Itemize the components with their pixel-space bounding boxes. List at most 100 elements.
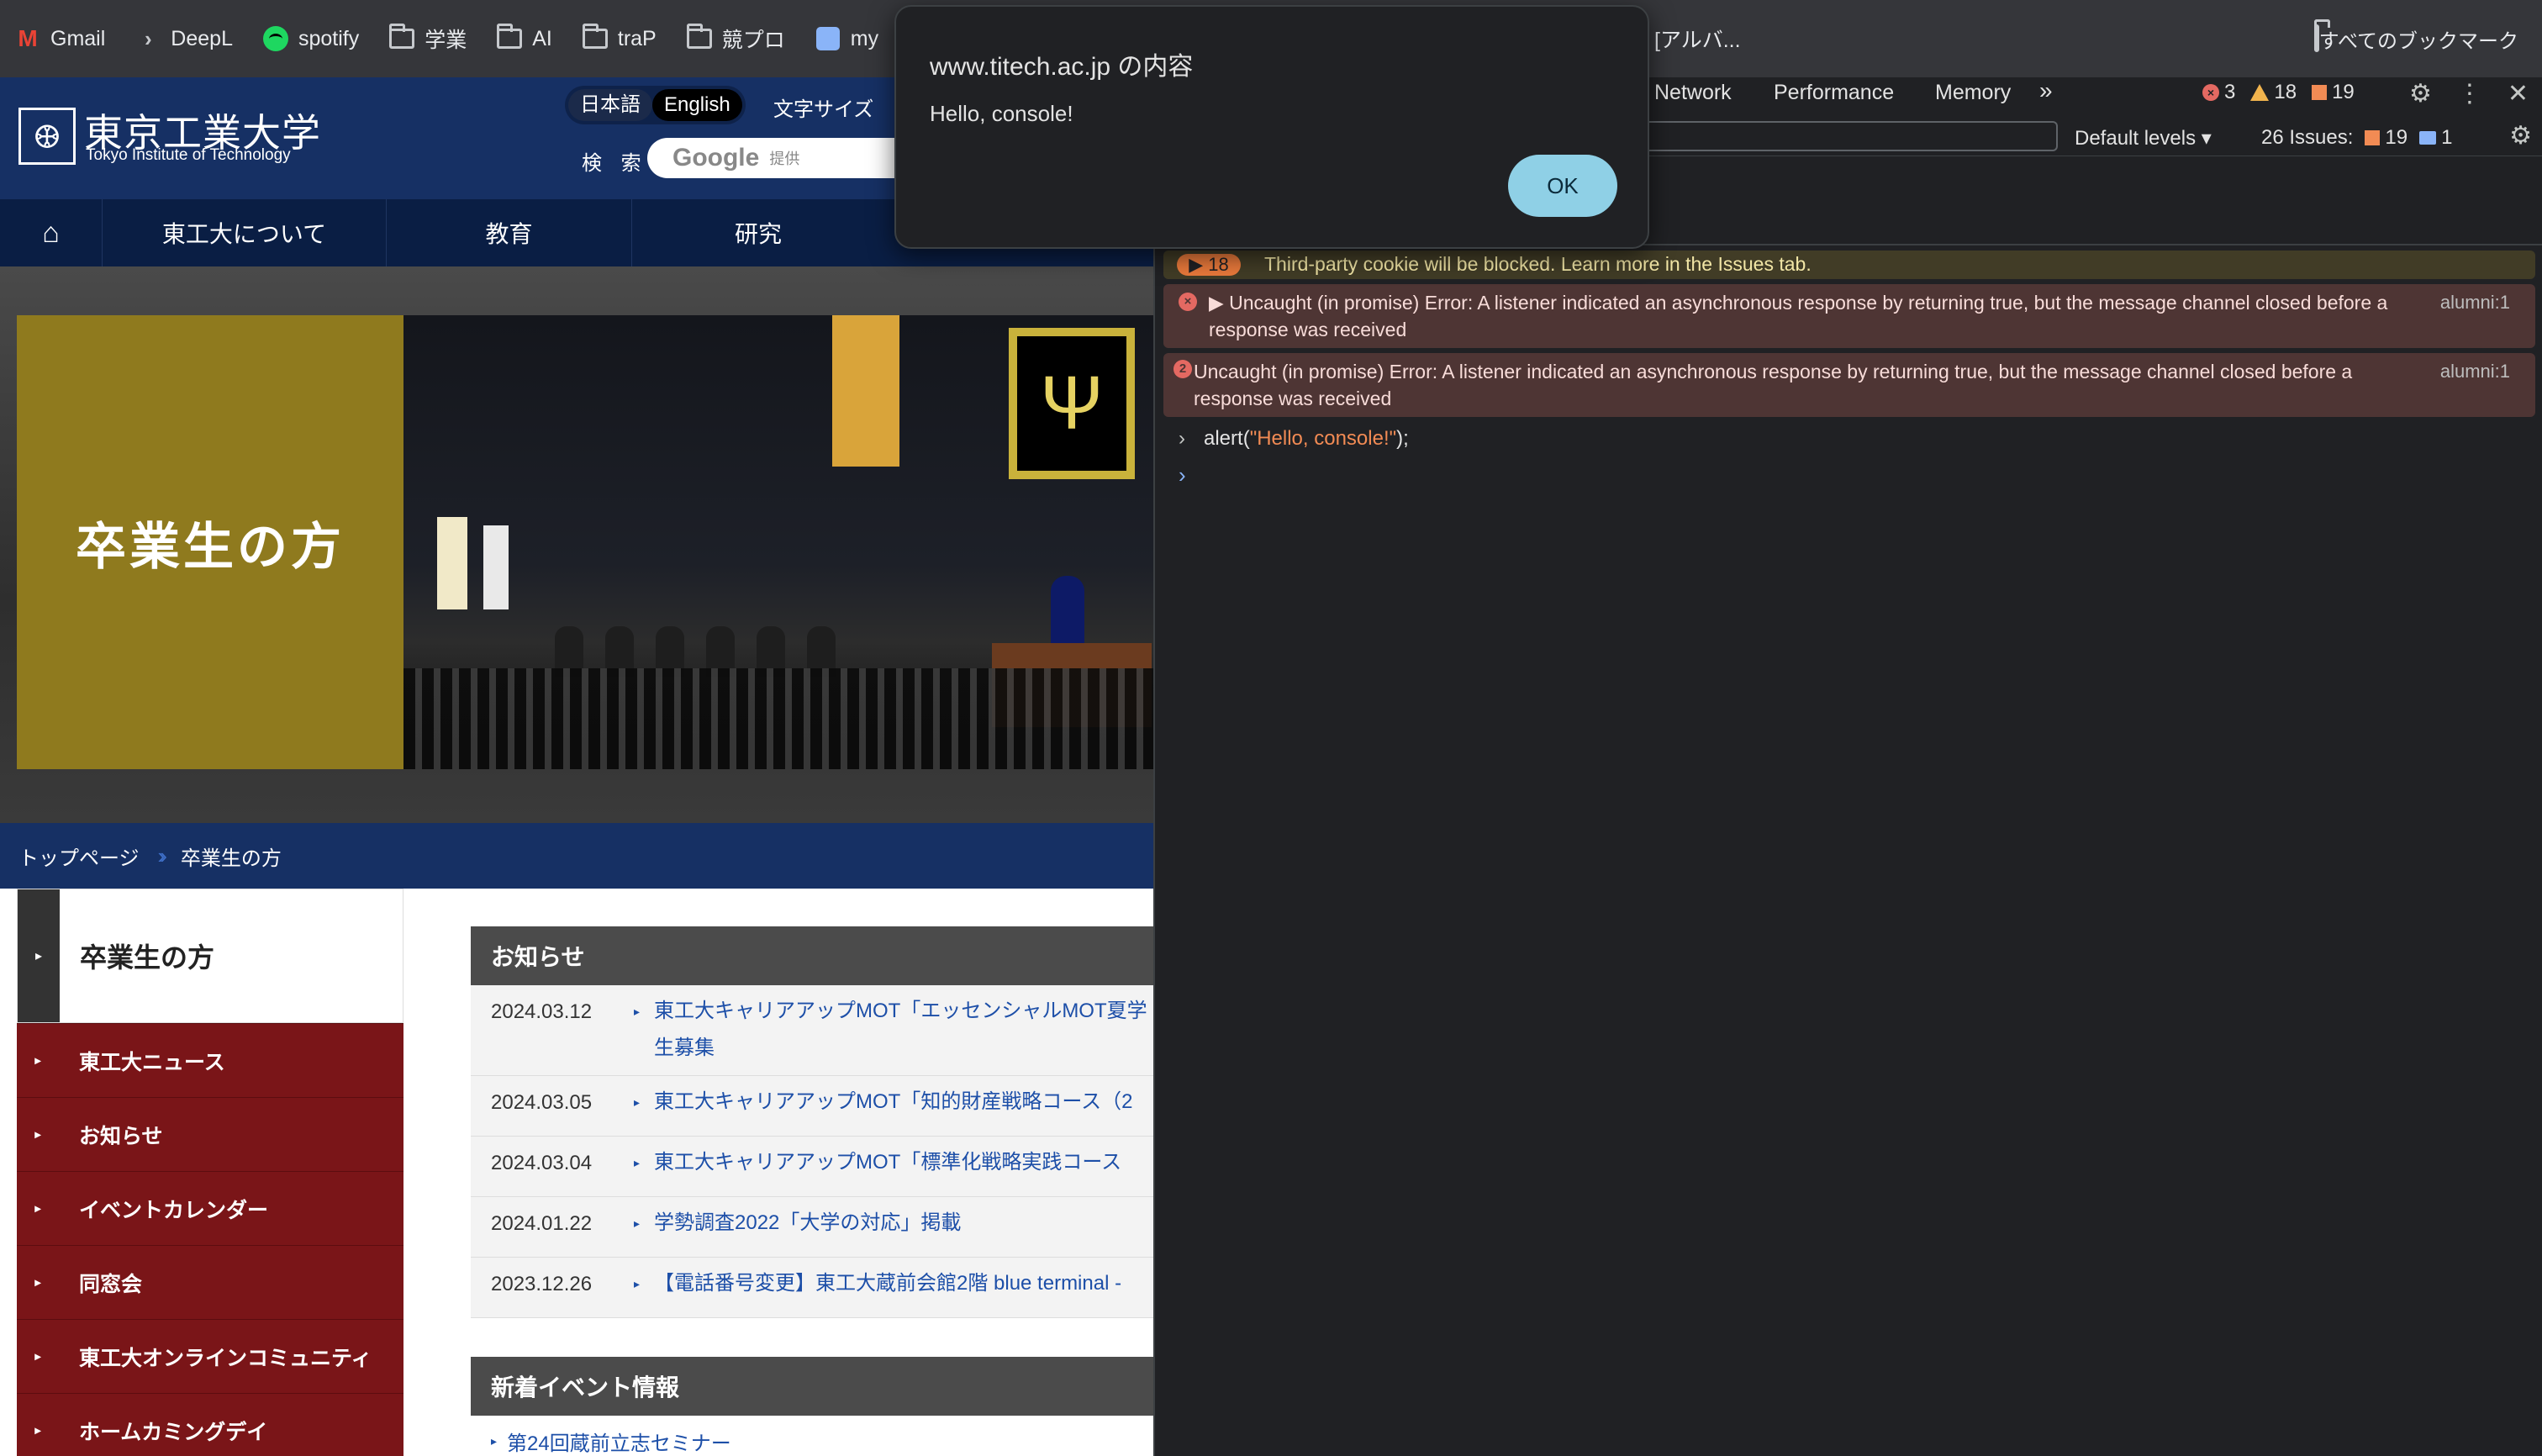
bookmark-label: traP bbox=[617, 26, 657, 50]
side-item-notices[interactable]: ▸ お知らせ bbox=[17, 1097, 403, 1171]
flag bbox=[483, 525, 509, 609]
side-item-label: 東工大オンラインコミュニティ bbox=[79, 1346, 372, 1370]
google-logo: Google bbox=[672, 144, 760, 171]
news-link[interactable]: 東工大キャリアアップMOT「エッセンシャルMOT夏学 生募集 bbox=[654, 993, 1147, 1060]
console-prompt-icon[interactable]: › bbox=[1179, 462, 2542, 488]
more-options-icon[interactable]: ⋮ bbox=[2457, 79, 2482, 108]
issues-message-count: 1 bbox=[2441, 126, 2453, 149]
nav-research[interactable]: 研究 bbox=[632, 199, 884, 266]
search-provider-label: 提供 bbox=[769, 150, 800, 167]
nav-about[interactable]: 東工大について bbox=[103, 199, 387, 266]
side-menu-header[interactable]: ▸ 卒業生の方 bbox=[17, 889, 403, 1023]
event-link[interactable]: ▸ 第24回蔵前立志セミナー bbox=[471, 1416, 1153, 1456]
titech-logo-icon[interactable]: 𐃏 bbox=[18, 108, 76, 165]
bookmark-folder-kyopro[interactable]: 競プロ bbox=[686, 13, 785, 64]
side-item-event-calendar[interactable]: ▸ イベントカレンダー bbox=[17, 1171, 403, 1245]
bookmark-folder-trap[interactable]: traP bbox=[582, 13, 657, 64]
folder-icon bbox=[389, 24, 415, 49]
tab-memory[interactable]: Memory bbox=[1935, 81, 2011, 105]
news-row: 2024.03.12 ▸ 東工大キャリアアップMOT「エッセンシャルMOT夏学生… bbox=[471, 985, 1153, 1076]
bookmark-spotify[interactable]: spotify bbox=[262, 13, 359, 64]
log-levels-dropdown[interactable]: Default levels ▾ bbox=[2075, 126, 2212, 150]
warnings-count: 18 bbox=[2274, 81, 2297, 103]
breadcrumb-separator-icon: ›› bbox=[157, 842, 168, 868]
bookmark-gmail[interactable]: M Gmail bbox=[15, 13, 105, 64]
bookmark-trello[interactable]: my bbox=[815, 13, 878, 64]
news-heading: お知らせ bbox=[471, 926, 1153, 985]
bookmark-deepl[interactable]: › DeepL bbox=[135, 13, 233, 64]
lang-english[interactable]: English bbox=[652, 89, 742, 121]
bookmark-label: [アルバ... bbox=[1654, 29, 1741, 52]
lang-japanese[interactable]: 日本語 bbox=[568, 89, 652, 121]
issues-flag-count: 19 bbox=[2385, 126, 2408, 149]
chevron-right-icon: ▸ bbox=[34, 1053, 41, 1067]
ok-button[interactable]: OK bbox=[1508, 155, 1617, 217]
tab-performance[interactable]: Performance bbox=[1774, 81, 1894, 105]
console-error[interactable]: 2 Uncaught (in promise) Error: A listene… bbox=[1163, 353, 2535, 417]
side-item-homecoming-day[interactable]: ▸ ホームカミングデイ bbox=[17, 1393, 403, 1456]
side-item-label: 東工大ニュース bbox=[79, 1050, 225, 1074]
console-warning-group[interactable]: ▶ 18 Third-party cookie will be blocked.… bbox=[1163, 251, 2535, 279]
news-date: 2023.12.26 bbox=[491, 1273, 593, 1295]
bookmark-label: 学業 bbox=[425, 29, 467, 52]
deepl-icon: › bbox=[144, 25, 152, 51]
warning-icon bbox=[2250, 84, 2270, 101]
source-link[interactable]: alumni:1 bbox=[2440, 358, 2510, 385]
console-error[interactable]: × ▶ Uncaught (in promise) Error: A liste… bbox=[1163, 284, 2535, 348]
spotify-icon bbox=[262, 26, 288, 51]
news-row: 2024.03.05 ▸ 東工大キャリアアップMOT「知的財産戦略コース（2 bbox=[471, 1076, 1153, 1137]
bookmark-folder-ai[interactable]: AI bbox=[497, 13, 552, 64]
events-section: 新着イベント情報 ▸ 第24回蔵前立志セミナー bbox=[471, 1357, 1153, 1456]
home-icon[interactable]: ⌂ bbox=[0, 199, 103, 266]
bullet-icon: ▸ bbox=[634, 1005, 641, 1018]
bullet-icon: ▸ bbox=[491, 1433, 498, 1448]
folder-icon bbox=[582, 24, 608, 49]
input-code: alert( bbox=[1204, 427, 1250, 450]
bullet-icon: ▸ bbox=[634, 1156, 641, 1169]
errors-count: 3 bbox=[2224, 81, 2236, 103]
bullet-icon: ▸ bbox=[634, 1216, 641, 1230]
issues-count: 19 bbox=[2332, 81, 2355, 103]
more-tabs-icon[interactable]: » bbox=[2039, 77, 2053, 104]
issues-button[interactable]: 26 Issues: 19 1 bbox=[2261, 126, 2452, 150]
bookmark-label: DeepL bbox=[171, 26, 233, 50]
news-title: 東工大キャリアアップMOT「エッセンシャルMOT夏学 bbox=[654, 1000, 1147, 1022]
bookmark-label: AI bbox=[532, 26, 552, 50]
devtools-actions: ⚙ ⋮ ✕ bbox=[2384, 79, 2529, 108]
trello-icon bbox=[815, 27, 840, 50]
audience bbox=[403, 668, 1153, 769]
news-link[interactable]: 東工大キャリアアップMOT「知的財産戦略コース（2 bbox=[654, 1084, 1132, 1121]
warning-count-badge: ▶ 18 bbox=[1177, 254, 1241, 276]
side-menu-title: 卒業生の方 bbox=[60, 889, 403, 1022]
issues-label: 26 Issues: bbox=[2261, 126, 2354, 149]
news-link[interactable]: 学勢調査2022「大学の対応」掲載 bbox=[654, 1205, 961, 1242]
bookmark-label: my bbox=[850, 26, 879, 50]
warning-text: Third-party cookie will be blocked. Lear… bbox=[1264, 253, 1812, 275]
console-settings-gear-icon[interactable]: ⚙ bbox=[2509, 121, 2532, 150]
speaker-figure bbox=[1051, 576, 1084, 643]
settings-gear-icon[interactable]: ⚙ bbox=[2409, 79, 2432, 108]
error-icon: × bbox=[2202, 84, 2219, 101]
folder-icon bbox=[2313, 24, 2319, 52]
bookmark-label: 競プロ bbox=[721, 29, 785, 52]
console-counts[interactable]: × 3 18 19 bbox=[2202, 81, 2370, 104]
close-icon[interactable]: ✕ bbox=[2508, 79, 2529, 108]
all-bookmarks-button[interactable]: すべてのブックマーク bbox=[2313, 13, 2518, 64]
bookmark-folder-gakugyo[interactable]: 学業 bbox=[389, 13, 467, 64]
side-item-news[interactable]: ▸ 東工大ニュース bbox=[17, 1023, 403, 1097]
news-link[interactable]: 【電話番号変更】東工大蔵前会館2階 blue terminal - bbox=[654, 1265, 1121, 1302]
side-item-online-community[interactable]: ▸ 東工大オンラインコミュニティ bbox=[17, 1319, 403, 1393]
side-menu: ▸ 卒業生の方 ▸ 東工大ニュース ▸ お知らせ ▸ イベントカレンダー ▸ 同窓会 ▸… bbox=[17, 889, 403, 1456]
news-link[interactable]: 東工大キャリアアップMOT「標準化戦略実践コース bbox=[654, 1144, 1121, 1181]
bookmark-arbeit[interactable]: [アルバ... bbox=[1654, 13, 1741, 64]
alert-dialog: www.titech.ac.jp の内容 Hello, console! OK bbox=[894, 5, 1649, 249]
search-label: 検 索 bbox=[582, 152, 648, 175]
alert-message: Hello, console! bbox=[930, 101, 1073, 126]
nav-education[interactable]: 教育 bbox=[387, 199, 632, 266]
graduation-ceremony-photo: Ψ bbox=[403, 315, 1153, 769]
breadcrumb-home[interactable]: トップページ bbox=[18, 841, 140, 871]
tab-network[interactable]: Network bbox=[1654, 81, 1732, 105]
source-link[interactable]: alumni:1 bbox=[2440, 289, 2510, 316]
side-item-alumni-association[interactable]: ▸ 同窓会 bbox=[17, 1245, 403, 1319]
side-item-label: ホームカミングデイ bbox=[79, 1420, 268, 1444]
